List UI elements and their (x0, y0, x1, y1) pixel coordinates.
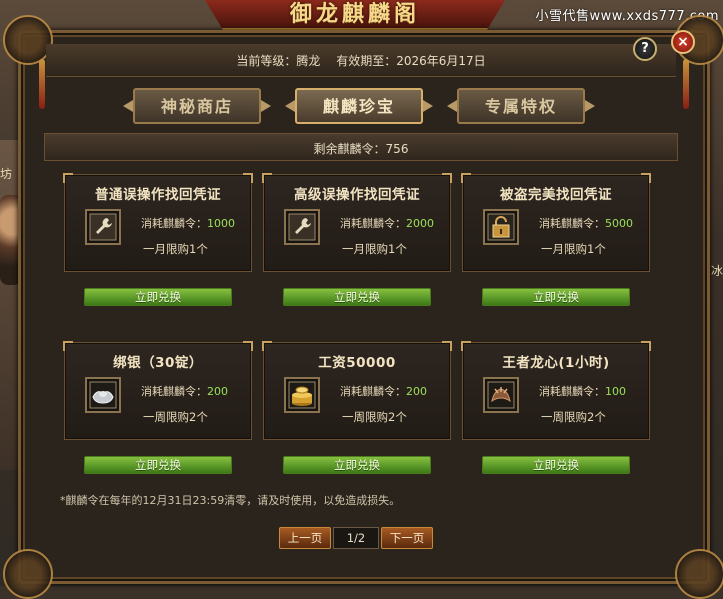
item-card: 工资50000 消耗麒麟令：200 一周限购2个 (262, 341, 452, 440)
next-page-button[interactable]: 下一页 (381, 527, 433, 549)
tab-label: 神秘商店 (160, 97, 233, 116)
item-title: 普通误操作找回凭证 (95, 187, 221, 203)
close-button[interactable]: × (671, 30, 695, 54)
gold-coins-icon[interactable] (284, 377, 320, 413)
item-limit: 一周限购2个 (143, 410, 208, 424)
item-title: 工资50000 (318, 355, 396, 371)
item-limit: 一月限购1个 (541, 242, 606, 256)
tab-label: 专属特权 (484, 97, 557, 116)
help-button[interactable]: ? (633, 37, 657, 61)
item-cost: 消耗麒麟令：200 (141, 385, 228, 398)
tassel-icon (683, 59, 689, 109)
expiry-info: 有效期至：2026年6月17日 (336, 54, 485, 68)
item-cost: 消耗麒麟令：200 (340, 385, 427, 398)
wrench-icon[interactable] (85, 209, 121, 245)
redeem-button[interactable]: 立即兑换 (283, 288, 431, 306)
level-value: 腾龙 (296, 54, 321, 68)
expiry-value: 2026年6月17日 (396, 54, 486, 68)
corner-ornament-icon (3, 549, 53, 599)
item-title: 王者龙心(1小时) (502, 355, 610, 371)
item-cost: 消耗麒麟令：2000 (340, 217, 434, 230)
item-limit: 一周限购2个 (342, 410, 407, 424)
window-title: 御龙麒麟阁 (289, 1, 420, 27)
item-card: 绑银（30锭） 消耗麒麟令：200 一周限购2个 (63, 341, 253, 440)
redeem-button[interactable]: 立即兑换 (482, 456, 630, 474)
remaining-tokens: 剩余麒麟令：756 (313, 142, 409, 156)
silver-ingot-icon[interactable] (85, 377, 121, 413)
item-limit: 一周限购2个 (541, 410, 606, 424)
title-banner: 御龙麒麟阁 (205, 0, 505, 30)
item-limit: 一月限购1个 (143, 242, 208, 256)
remaining-tokens-bar: 剩余麒麟令：756 (44, 133, 678, 161)
redeem-button[interactable]: 立即兑换 (84, 456, 232, 474)
item-title: 被盗完美找回凭证 (500, 187, 612, 203)
item-card: 被盗完美找回凭证 消耗麒麟令：5000 一月限购1个 (461, 173, 651, 272)
item-limit: 一月限购1个 (342, 242, 407, 256)
item-title: 绑银（30锭） (113, 355, 203, 371)
item-title: 高级误操作找回凭证 (294, 187, 420, 203)
tab-exclusive-privileges[interactable]: 专属特权 (447, 88, 595, 124)
expiry-label: 有效期至： (336, 54, 397, 68)
corner-ornament-icon (675, 549, 723, 599)
item-card: 普通误操作找回凭证 消耗麒麟令：1000 一月限购1个 (63, 173, 253, 272)
scene-label-left: 坊 (0, 167, 13, 181)
level-label: 当前等级： (236, 54, 297, 68)
page-indicator: 1/2 (333, 527, 379, 549)
reset-notice: *麒麟令在每年的12月31日23:59清零，请及时使用，以免造成损失。 (60, 494, 401, 507)
level-info: 当前等级：腾龙 (236, 54, 320, 68)
redeem-button[interactable]: 立即兑换 (283, 456, 431, 474)
item-cost: 消耗麒麟令：1000 (141, 217, 235, 230)
tab-mystery-shop[interactable]: 神秘商店 (123, 88, 271, 124)
dragon-heart-icon[interactable] (483, 377, 519, 413)
item-cost: 消耗麒麟令：100 (539, 385, 626, 398)
scene-label-right: 冰 (710, 264, 723, 278)
status-header: 当前等级：腾龙 有效期至：2026年6月17日 (46, 44, 676, 77)
redeem-button[interactable]: 立即兑换 (84, 288, 232, 306)
tab-label: 麒麟珍宝 (322, 97, 395, 116)
wrench-icon[interactable] (284, 209, 320, 245)
item-card: 高级误操作找回凭证 消耗麒麟令：2000 一月限购1个 (262, 173, 452, 272)
tab-qilin-treasure[interactable]: 麒麟珍宝 (285, 88, 433, 124)
lock-icon[interactable] (483, 209, 519, 245)
redeem-button[interactable]: 立即兑换 (482, 288, 630, 306)
item-card: 王者龙心(1小时) 消耗麒麟令：100 一周限购2个 (461, 341, 651, 440)
tassel-icon (39, 59, 45, 109)
item-cost: 消耗麒麟令：5000 (539, 217, 633, 230)
prev-page-button[interactable]: 上一页 (279, 527, 331, 549)
